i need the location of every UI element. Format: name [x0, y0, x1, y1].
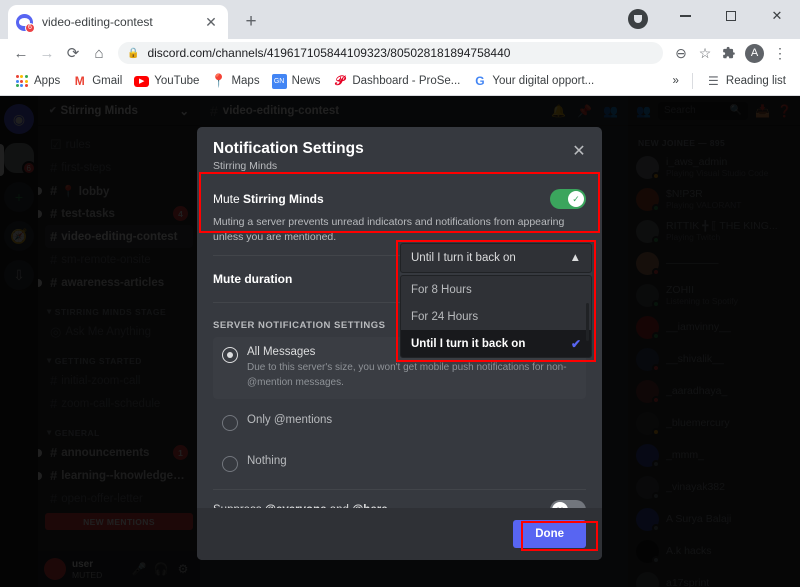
new-tab-button[interactable]: +	[238, 9, 264, 35]
bookmark-apps[interactable]: Apps	[8, 70, 66, 92]
browser-tab[interactable]: 6 video-editing-contest ✕	[8, 5, 228, 39]
mute-label-server: Stirring Minds	[243, 192, 324, 206]
radio-label: Only @mentions	[247, 414, 577, 426]
gmail-icon: M	[72, 74, 87, 89]
page-title: Notification Settings	[213, 140, 586, 158]
bookmark-maps[interactable]: 📍 Maps	[205, 70, 265, 92]
tab-badge: 6	[25, 23, 35, 33]
avatar[interactable]: A	[745, 44, 764, 63]
modal-subtitle: Stirring Minds	[213, 160, 586, 172]
close-icon[interactable]: ✕	[202, 13, 220, 31]
window-controls: ✕	[660, 0, 800, 32]
forward-icon[interactable]: →	[34, 40, 60, 66]
bookmark-youtube[interactable]: ▶ YouTube	[128, 70, 205, 92]
extensions-icon[interactable]	[717, 41, 741, 65]
home-icon[interactable]: ⌂	[86, 40, 112, 66]
radio-text: Only @mentions	[247, 414, 577, 426]
bookmark-dashboard[interactable]: 𝒫 Dashboard - ProSe...	[326, 70, 466, 92]
maximize-button[interactable]	[708, 0, 754, 32]
divider	[692, 73, 693, 89]
discord-icon: 6	[16, 14, 33, 31]
bookmark-label: News	[292, 75, 321, 87]
mute-duration-label: Mute duration	[213, 272, 292, 286]
apps-grid-icon	[14, 74, 29, 89]
bookmark-star-icon[interactable]: ☆	[693, 41, 717, 65]
radio-label: Nothing	[247, 455, 577, 467]
browser-tab-title: video-editing-contest	[42, 15, 202, 29]
chrome-menu-icon[interactable]: ⋮	[768, 41, 792, 65]
close-icon[interactable]: ✕	[570, 142, 588, 160]
maps-icon: 📍	[211, 74, 226, 89]
radio-nothing[interactable]: Nothing	[213, 446, 586, 481]
reading-list-button[interactable]: ☰ Reading list	[700, 70, 792, 92]
bookmark-label: Dashboard - ProSe...	[352, 75, 460, 87]
google-icon: G	[472, 74, 487, 89]
radio-icon	[222, 347, 238, 363]
radio-only-mentions[interactable]: Only @mentions	[213, 405, 586, 440]
dropdown-option-until-i-turn-it-back-on[interactable]: Until I turn it back on ✔	[401, 330, 591, 357]
mute-label-prefix: Mute	[213, 192, 243, 206]
selected-value: Until I turn it back on	[411, 252, 516, 264]
mute-duration-dropdown: Until I turn it back on ▲ For 8 Hours Fo…	[400, 243, 592, 358]
browser-toolbar: ← → ⟳ ⌂ 🔒 discord.com/channels/419617105…	[0, 39, 800, 67]
reading-list-label: Reading list	[726, 75, 786, 87]
mute-server-description: Muting a server prevents unread indicato…	[213, 215, 568, 245]
mute-duration-select[interactable]: Until I turn it back on ▲	[400, 243, 592, 273]
dropdown-options: For 8 Hours For 24 Hours Until I turn it…	[400, 275, 592, 358]
bookmark-label: Maps	[231, 75, 259, 87]
chrome-profile-chip[interactable]	[628, 9, 648, 29]
pinterest-icon: 𝒫	[332, 74, 347, 89]
news-icon: GN	[272, 74, 287, 89]
bookmark-news[interactable]: GN News	[266, 70, 327, 92]
youtube-icon: ▶	[134, 76, 149, 87]
option-label: For 24 Hours	[411, 311, 478, 323]
option-label: For 8 Hours	[411, 284, 472, 296]
browser-tab-strip: 6 video-editing-contest ✕ + ✕	[0, 0, 800, 39]
dropdown-option-for-8-hours[interactable]: For 8 Hours	[401, 276, 591, 303]
address-bar-url: discord.com/channels/419617105844109323/…	[147, 46, 510, 60]
option-label: Until I turn it back on	[411, 338, 525, 350]
bookmark-label: Your digital opport...	[492, 75, 594, 87]
mute-server-row: Mute Stirring Minds ✓	[213, 189, 586, 209]
screenshot-root: 6 video-editing-contest ✕ + ✕ ← → ⟳ ⌂ 🔒 …	[0, 0, 800, 587]
minimize-button[interactable]	[662, 0, 708, 32]
mute-server-toggle[interactable]: ✓	[550, 189, 586, 209]
bookmark-label: Gmail	[92, 75, 122, 87]
bookmark-digital-opportunity[interactable]: G Your digital opport...	[466, 70, 600, 92]
radio-icon	[222, 456, 238, 472]
check-icon: ✓	[568, 191, 584, 207]
modal-header: Notification Settings Stirring Minds	[197, 127, 602, 181]
lock-icon: 🔒	[127, 48, 139, 59]
mute-server-label: Mute Stirring Minds	[213, 192, 324, 206]
address-bar[interactable]: 🔒 discord.com/channels/41961710584410932…	[118, 42, 663, 64]
scrollbar[interactable]	[586, 303, 589, 341]
check-icon: ✔	[571, 337, 581, 351]
dropdown-option-for-24-hours[interactable]: For 24 Hours	[401, 303, 591, 330]
reading-list-icon: ☰	[706, 74, 721, 89]
chevron-up-icon: ▲	[570, 252, 581, 264]
bookmarks-bar: Apps M Gmail ▶ YouTube 📍 Maps GN News 𝒫 …	[0, 67, 800, 96]
zoom-out-icon[interactable]: ⊖	[669, 41, 693, 65]
modal-footer: Done	[197, 508, 602, 560]
radio-icon	[222, 415, 238, 431]
radio-text: Nothing	[247, 455, 577, 467]
bookmark-gmail[interactable]: M Gmail	[66, 70, 128, 92]
close-window-button[interactable]: ✕	[754, 0, 800, 32]
bookmarks-overflow-button[interactable]: »	[667, 70, 685, 92]
bookmark-label: Apps	[34, 75, 60, 87]
done-button[interactable]: Done	[513, 520, 586, 548]
radio-description: Due to this server's size, you won't get…	[247, 361, 577, 390]
bookmark-label: YouTube	[154, 75, 199, 87]
reload-icon[interactable]: ⟳	[60, 40, 86, 66]
back-icon[interactable]: ←	[8, 40, 34, 66]
